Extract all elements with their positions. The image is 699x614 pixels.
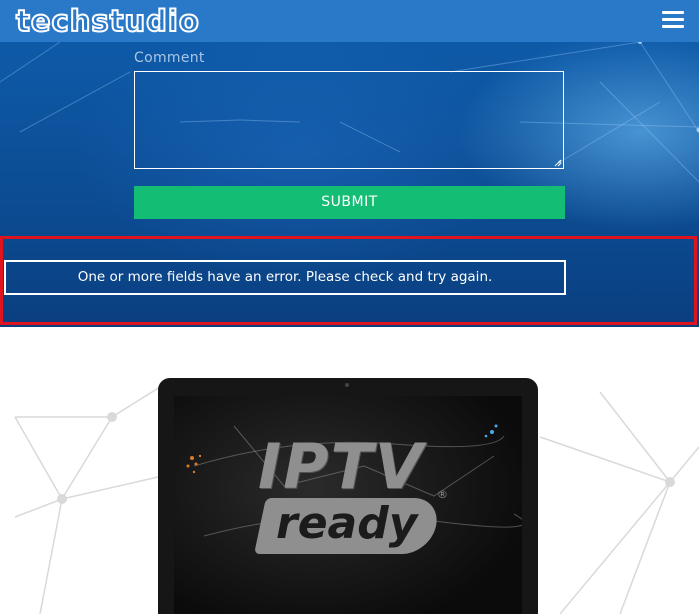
laptop-screen: IPTV ready ® [174, 396, 522, 614]
comment-textarea[interactable] [134, 71, 564, 169]
techstudio-logo[interactable]: techstudio [15, 4, 200, 38]
submit-button[interactable]: SUBMIT [134, 186, 565, 219]
comment-label: Comment [134, 50, 205, 66]
menu-bar [662, 11, 684, 14]
camera-dot [345, 383, 349, 387]
product-showcase: IPTV ready ® [0, 327, 699, 614]
contact-form-section: Comment SUBMIT One or more fields have a… [0, 42, 699, 327]
resize-handle-icon[interactable] [554, 159, 562, 167]
site-header: techstudio [0, 0, 699, 42]
registered-mark: ® [437, 488, 448, 501]
form-error-message: One or more fields have an error. Please… [4, 260, 566, 295]
laptop-image: IPTV ready ® [158, 378, 538, 614]
menu-bar [662, 18, 684, 21]
menu-bar [662, 25, 684, 28]
hamburger-menu-icon[interactable] [662, 11, 684, 29]
iptv-title: IPTV [258, 430, 425, 503]
ready-label: ready [276, 498, 418, 549]
